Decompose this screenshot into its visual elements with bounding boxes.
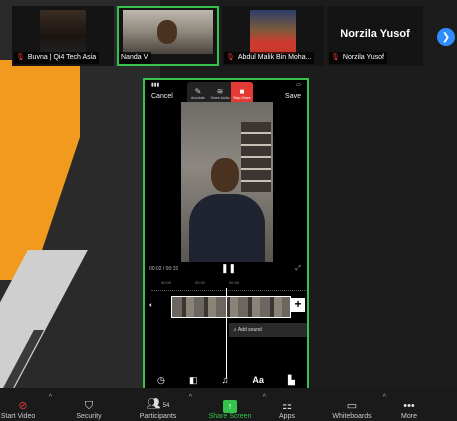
timeline-ticks: 00:00 00:02 00:04 — [161, 280, 307, 285]
people-icon: 👥︎ 54 — [146, 398, 170, 410]
next-page-button[interactable]: ❯ — [437, 28, 455, 46]
save-button[interactable]: Save — [285, 93, 301, 100]
participants-label: Participants — [139, 413, 177, 420]
participant-name: Nanda V — [121, 54, 149, 61]
mic-muted-icon: 🎙︎ — [226, 54, 235, 61]
participant-name-tag: 🎙︎ Norzila Yusof — [329, 52, 388, 64]
clock-icon[interactable]: ◷ — [157, 375, 165, 386]
participant-tile-active-speaker[interactable]: Nanda V — [117, 6, 219, 66]
apps-button[interactable]: ⚏ Apps — [272, 388, 302, 421]
add-clip-button[interactable]: + — [291, 298, 305, 312]
more-icon: ••• — [403, 400, 415, 412]
sticker-icon[interactable]: ▙ — [288, 375, 295, 386]
participant-name-tag: Nanda V — [119, 52, 152, 64]
more-label: More — [401, 413, 417, 420]
playhead[interactable] — [226, 288, 227, 378]
participant-name-tag: 🎙︎ Buvna | Qi4 Tech Asia — [14, 52, 100, 64]
fullscreen-button[interactable]: ⤢ — [295, 265, 301, 273]
expand-icon: ⤢ — [295, 265, 301, 272]
share-screen-label: Share Screen — [208, 413, 252, 420]
start-video-label: Start Video — [0, 413, 36, 420]
whiteboard-icon: ▭ — [346, 400, 358, 412]
security-button[interactable]: ⛉ Security — [66, 388, 112, 421]
plus-icon: + — [294, 297, 302, 311]
shared-screen: ▮▮▮ ▭ Cancel Save ✎ Annotate ≋ Share Aud… — [143, 78, 309, 392]
editor-bottom-tools: ◷ ◧ ♫ Aa ▙ — [145, 372, 307, 388]
security-label: Security — [76, 413, 102, 420]
start-video-button[interactable]: ⊘ Start Video ^ — [0, 388, 52, 421]
video-preview[interactable] — [181, 102, 273, 262]
participant-tile[interactable]: Norzila Yusof 🎙︎ Norzila Yusof — [327, 6, 423, 66]
stop-share-button[interactable]: ■ Stop Share — [231, 82, 253, 104]
tick-label: 00:04 — [229, 280, 240, 285]
participants-button[interactable]: 👥︎ 54 Participants ^ — [130, 388, 192, 421]
share-audio-label: Share Audio — [210, 95, 230, 100]
background-shelf — [241, 122, 271, 192]
chevron-up-icon[interactable]: ^ — [189, 394, 192, 401]
participant-name: Buvna | Qi4 Tech Asia — [27, 54, 97, 61]
playback-time: 00:02 / 00:15 — [149, 266, 179, 272]
participants-count: 54 — [162, 403, 170, 409]
more-button[interactable]: ••• More — [394, 388, 424, 421]
split-icon[interactable]: ◧ — [189, 375, 198, 386]
participant-tile[interactable]: 🎙︎ Buvna | Qi4 Tech Asia — [12, 6, 114, 66]
speaker-face — [157, 20, 177, 44]
volume-button[interactable]: 🔈︎ — [149, 302, 153, 310]
whiteboards-button[interactable]: ▭ Whiteboards ^ — [324, 388, 386, 421]
add-sound-button[interactable]: ♫ Add sound — [229, 323, 307, 337]
person-body — [189, 194, 265, 262]
participant-name: Norzila Yusof — [342, 54, 385, 61]
participant-tile[interactable]: 🎙︎ Abdul Malik Bin Moha... — [222, 6, 324, 66]
chevron-up-icon[interactable]: ^ — [263, 394, 266, 401]
cancel-button[interactable]: Cancel — [151, 93, 173, 100]
share-screen-icon: ↑ — [223, 400, 237, 413]
share-audio-button[interactable]: ≋ Share Audio — [209, 82, 231, 104]
participant-name: Abdul Malik Bin Moha... — [237, 54, 312, 61]
participant-display-name: Norzila Yusof — [340, 28, 410, 40]
person-head — [211, 158, 239, 192]
share-screen-button[interactable]: ↑ Share Screen ^ — [200, 388, 266, 421]
participant-name-tag: 🎙︎ Abdul Malik Bin Moha... — [224, 52, 315, 64]
annotate-label: Annotate — [190, 95, 205, 100]
pen-icon: ✎ — [194, 86, 202, 96]
stop-share-label: Stop Share — [233, 95, 251, 100]
video-clip-track[interactable] — [171, 296, 291, 318]
chevron-up-icon[interactable]: ^ — [383, 394, 386, 401]
meeting-toolbar: ⊘ Start Video ^ ⛉ Security 👥︎ 54 Particip… — [0, 388, 457, 421]
add-sound-label: Add sound — [237, 327, 262, 333]
chevron-up-icon[interactable]: ^ — [49, 394, 52, 401]
speaker-icon: 🔈︎ — [149, 302, 154, 309]
share-controls: ✎ Annotate ≋ Share Audio ■ Stop Share — [187, 82, 253, 104]
timeline-ruler — [151, 290, 307, 291]
apps-icon: ⚏ — [282, 400, 292, 412]
music-note-icon: ♫ — [233, 327, 237, 333]
pause-icon: ❚❚ — [221, 263, 237, 273]
annotate-button[interactable]: ✎ Annotate — [187, 82, 209, 104]
participant-strip: 🎙︎ Buvna | Qi4 Tech Asia Nanda V 🎙︎ Abdu… — [12, 6, 423, 66]
zoom-window: 🎙︎ Buvna | Qi4 Tech Asia Nanda V 🎙︎ Abdu… — [0, 0, 457, 421]
mic-muted-icon: 🎙︎ — [16, 54, 25, 61]
pause-button[interactable]: ❚❚ — [221, 263, 236, 274]
whiteboards-label: Whiteboards — [332, 413, 372, 420]
tick-label: 00:00 — [161, 280, 172, 285]
chevron-right-icon: ❯ — [441, 31, 451, 43]
shield-icon: ⛉ — [84, 400, 94, 412]
video-off-icon: ⊘ — [18, 400, 28, 412]
music-icon[interactable]: ♫ — [222, 375, 229, 385]
participant-video — [250, 10, 296, 54]
wifi-icon: ≋ — [216, 86, 224, 96]
participant-video — [40, 10, 86, 54]
apps-label: Apps — [279, 413, 295, 420]
gallery-empty-area — [309, 70, 457, 388]
tick-label: 00:02 — [195, 280, 206, 285]
stop-icon: ■ — [239, 86, 245, 96]
text-tool-button[interactable]: Aa — [252, 375, 264, 385]
mic-muted-icon: 🎙︎ — [331, 54, 340, 61]
